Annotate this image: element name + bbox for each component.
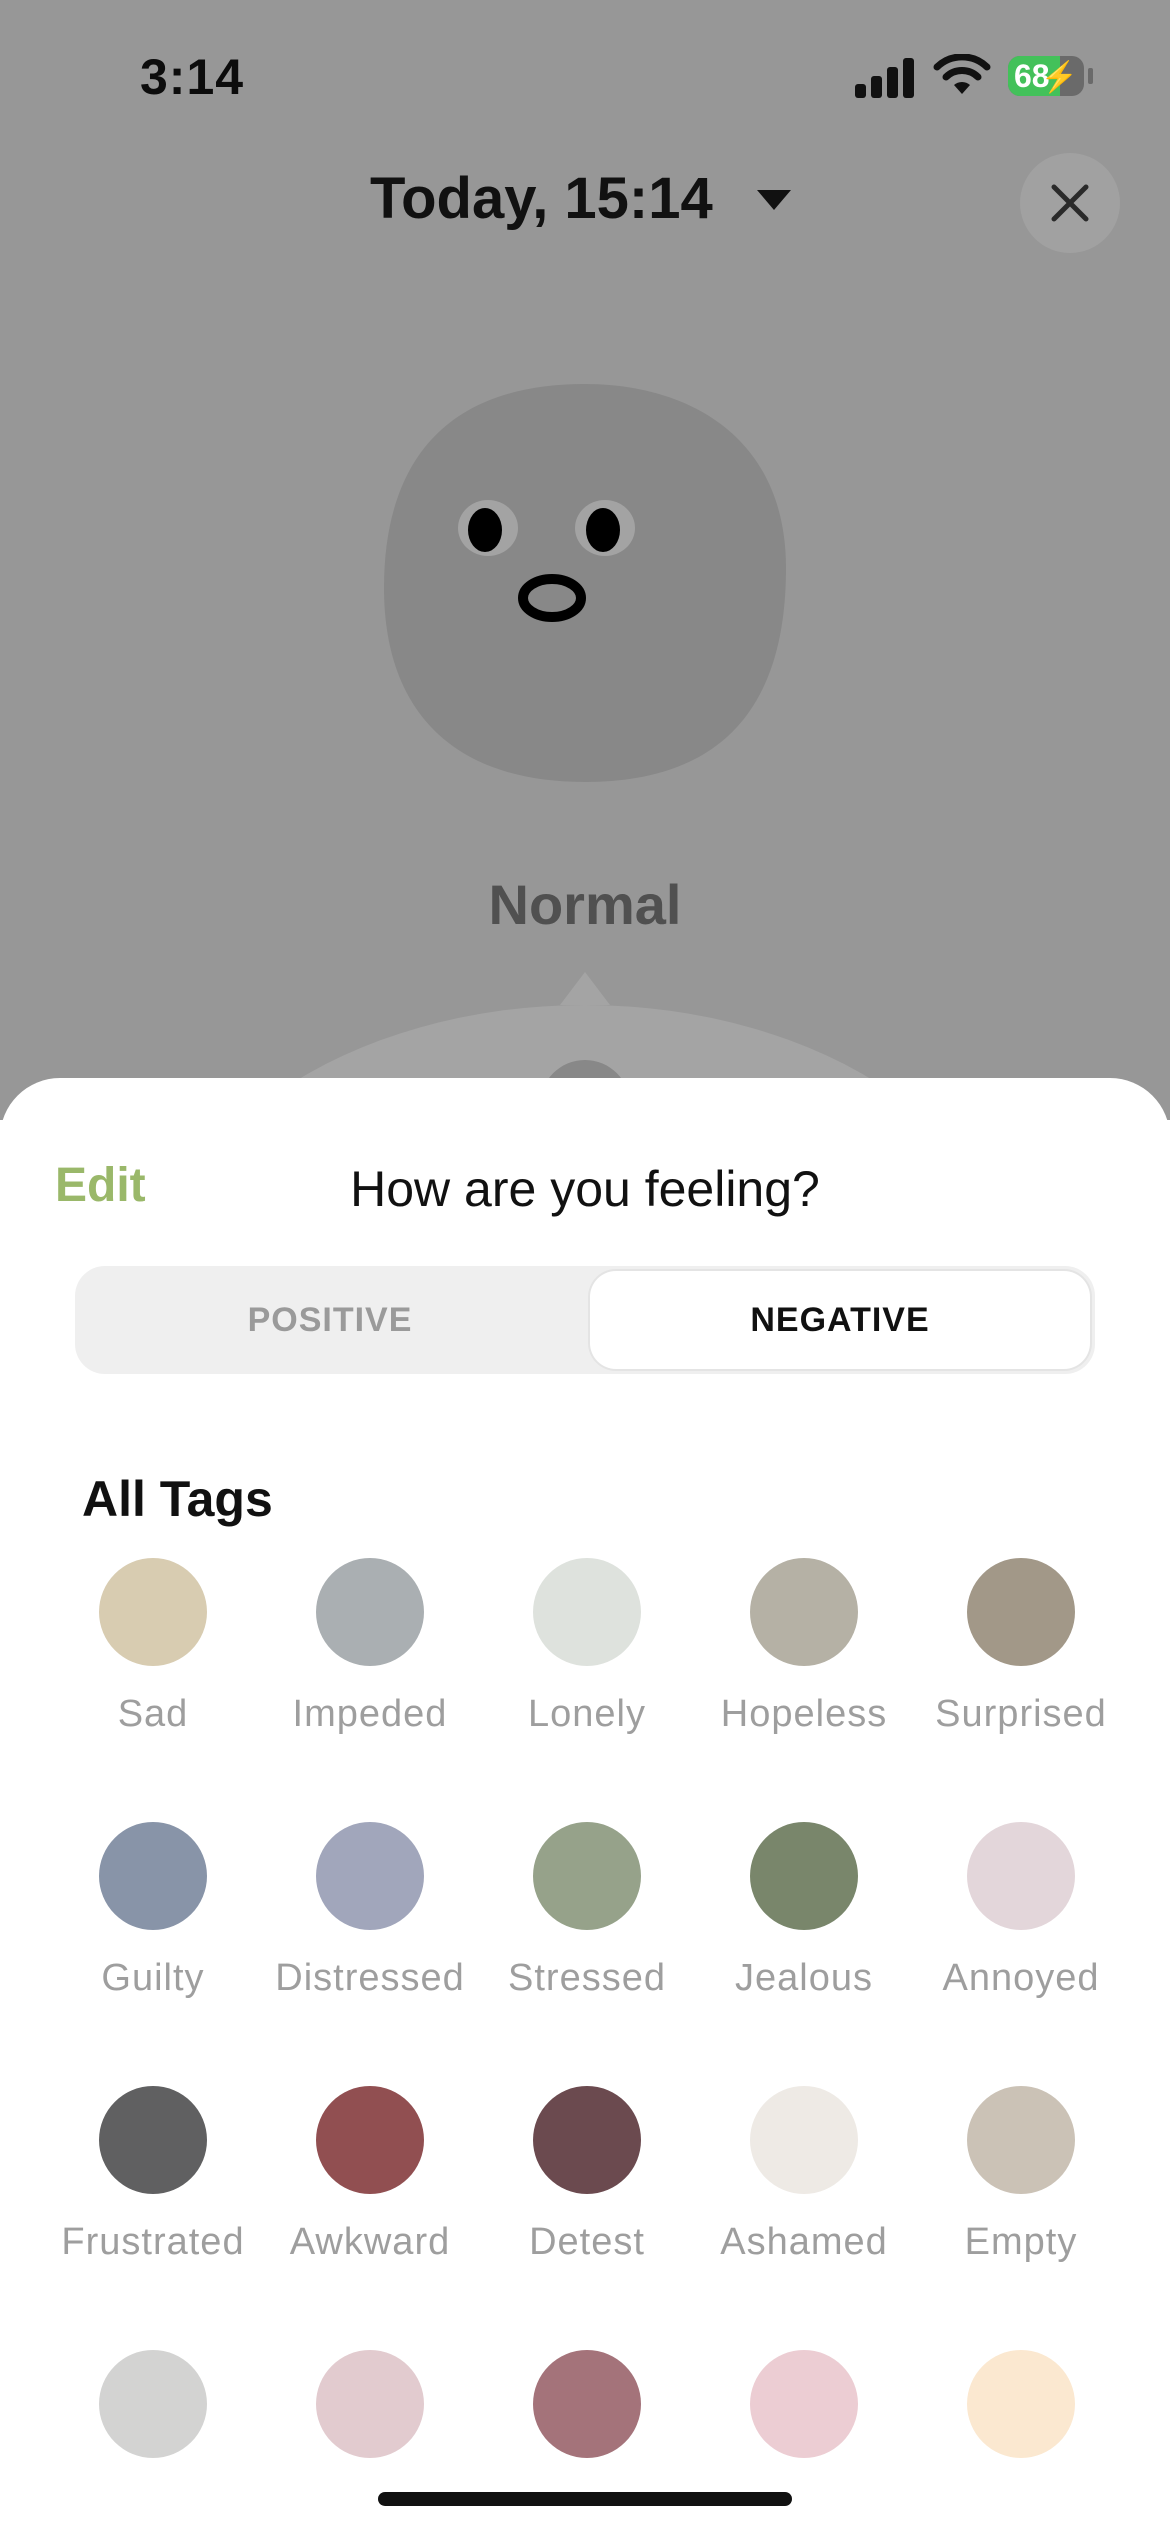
emotion-tag[interactable]: Sad xyxy=(45,1558,261,1788)
emotion-tag[interactable]: Guilty xyxy=(45,1822,261,2052)
emotion-color-swatch xyxy=(750,1822,858,1930)
emotion-tag-label: Annoyed xyxy=(942,1957,1100,1999)
emotion-tag[interactable]: Surprised xyxy=(913,1558,1129,1788)
emotion-tag[interactable] xyxy=(913,2350,1129,2503)
emotion-color-swatch xyxy=(967,2086,1075,2194)
emotion-color-swatch xyxy=(533,2350,641,2458)
emotion-tag-label: Surprised xyxy=(935,1693,1107,1735)
tag-grid: Sad Impeded Lonely Hopeless Surprised Guilty D… xyxy=(0,1558,1170,2503)
emotion-color-swatch xyxy=(967,2350,1075,2458)
emotion-tag[interactable] xyxy=(262,2350,478,2503)
sentiment-segmented-control: POSITIVE NEGATIVE xyxy=(75,1266,1095,1374)
close-button[interactable] xyxy=(1020,153,1120,253)
emotion-tag[interactable]: Frustrated xyxy=(45,2086,261,2316)
emotion-tag[interactable]: Empty xyxy=(913,2086,1129,2316)
emotion-tag[interactable]: Annoyed xyxy=(913,1822,1129,2052)
segment-negative[interactable]: NEGATIVE xyxy=(590,1271,1090,1369)
status-bar: 3:14 68 ⚡ xyxy=(0,0,1170,140)
status-time: 3:14 xyxy=(140,49,245,105)
cellular-signal-icon xyxy=(855,56,915,98)
segment-positive[interactable]: POSITIVE xyxy=(75,1266,585,1374)
caret-down-icon[interactable] xyxy=(757,190,791,210)
emotion-color-swatch xyxy=(967,1558,1075,1666)
emotion-tag[interactable]: Distressed xyxy=(262,1822,478,2052)
emotion-tag[interactable]: Awkward xyxy=(262,2086,478,2316)
emotion-color-swatch xyxy=(533,2086,641,2194)
emotion-tag[interactable]: Stressed xyxy=(479,1822,695,2052)
emotion-color-swatch xyxy=(316,2086,424,2194)
emotion-color-swatch xyxy=(99,2086,207,2194)
emotion-color-swatch xyxy=(316,2350,424,2458)
feelings-sheet: Edit How are you feeling? POSITIVE NEGAT… xyxy=(0,1078,1170,2532)
emotion-tag[interactable] xyxy=(45,2350,261,2503)
emotion-color-swatch xyxy=(750,2086,858,2194)
emotion-color-swatch xyxy=(533,1822,641,1930)
mood-face-icon xyxy=(384,384,786,782)
section-title: All Tags xyxy=(82,1471,273,1527)
sheet-title: How are you feeling? xyxy=(350,1161,820,1217)
emotion-color-swatch xyxy=(99,1558,207,1666)
home-indicator[interactable] xyxy=(378,2492,792,2506)
emotion-color-swatch xyxy=(533,1558,641,1666)
emotion-color-swatch xyxy=(316,1822,424,1930)
emotion-color-swatch xyxy=(99,1822,207,1930)
emotion-tag[interactable]: Ashamed xyxy=(696,2086,912,2316)
mood-label: Normal xyxy=(488,873,682,936)
battery-charging-icon: 68 ⚡ xyxy=(1008,56,1084,96)
emotion-tag[interactable]: Lonely xyxy=(479,1558,695,1788)
emotion-tag[interactable]: Impeded xyxy=(262,1558,478,1788)
emotion-tag[interactable]: Hopeless xyxy=(696,1558,912,1788)
emotion-tag[interactable]: Detest xyxy=(479,2086,695,2316)
emotion-tag-label: Empty xyxy=(964,2221,1078,2263)
emotion-color-swatch xyxy=(750,1558,858,1666)
emotion-color-swatch xyxy=(316,1558,424,1666)
emotion-color-swatch xyxy=(967,1822,1075,1930)
emotion-tag[interactable] xyxy=(696,2350,912,2503)
date-selector[interactable]: Today, 15:14 xyxy=(370,165,713,232)
emotion-color-swatch xyxy=(99,2350,207,2458)
wifi-icon xyxy=(933,54,991,94)
emotion-tag[interactable] xyxy=(479,2350,695,2503)
mood-pointer xyxy=(560,972,610,1005)
emotion-color-swatch xyxy=(750,2350,858,2458)
emotion-tag[interactable]: Jealous xyxy=(696,1822,912,2052)
close-icon xyxy=(1051,184,1089,222)
